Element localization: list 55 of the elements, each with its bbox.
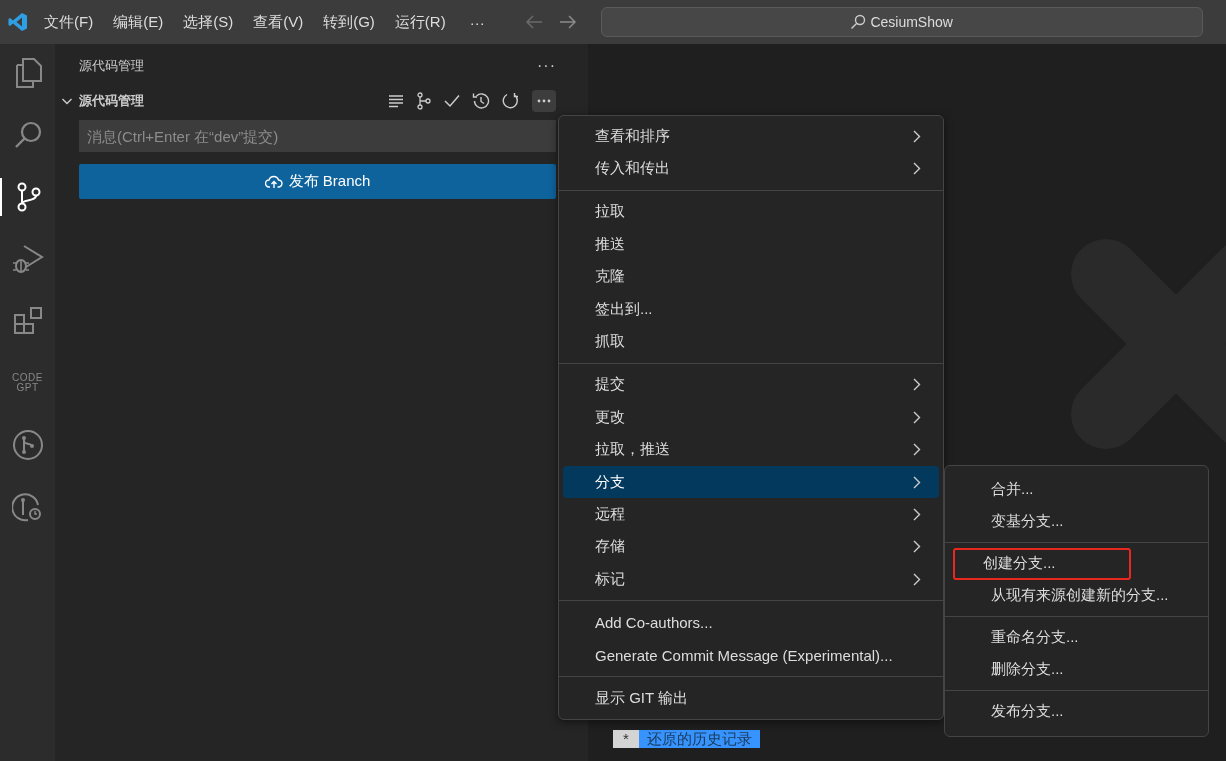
context-menu-item[interactable]: 提交 [563,368,939,402]
menu-item[interactable]: 文件(F) [44,12,94,32]
commit-message-field[interactable]: 消息(Ctrl+Enter 在“dev”提交) [79,120,556,152]
submenu-item[interactable]: 发布分支... [953,696,1200,728]
context-menu-item[interactable]: 推送 [563,228,939,261]
list-lines-icon[interactable] [388,94,404,108]
codegpt-logo[interactable]: CODE GPT [12,373,43,393]
context-menu-item[interactable]: 查看和排序 [563,120,939,153]
context-menu-item[interactable]: Add Co-authors... [563,606,939,639]
source-control-icon[interactable] [15,182,42,212]
sidebar-title: 源代码管理 [79,57,144,75]
refresh-icon[interactable] [502,92,520,110]
submenu-item[interactable]: 删除分支... [953,653,1200,685]
menu-item[interactable]: 查看(V) [253,12,304,32]
more-icon[interactable] [532,90,556,112]
menu-item[interactable]: 转到(G) [323,12,375,32]
extensions-icon[interactable] [12,306,43,336]
context-menu-item[interactable]: 显示 GIT 输出 [563,682,939,715]
run-debug-icon[interactable] [11,243,44,275]
submenu-item[interactable]: 变基分支... [953,505,1200,537]
history-tab[interactable]: 还原的历史记录 [639,730,760,748]
context-menu-item[interactable]: 克隆 [563,260,939,293]
submenu-item[interactable]: 创建分支... [953,548,1131,580]
forward-arrow-icon[interactable] [558,15,577,29]
context-menu-item[interactable]: 签出到... [563,292,939,326]
tab-marker: * [613,730,639,748]
more-actions-button[interactable]: ··· [537,57,556,75]
context-menu-item[interactable]: 远程 [563,498,939,531]
publish-branch-button[interactable]: 发布 Branch [79,164,556,199]
context-menu-item[interactable]: Generate Commit Message (Experimental)... [563,638,939,672]
context-menu-item[interactable]: 标记 [563,563,939,596]
section-title[interactable]: 源代码管理 [79,92,144,110]
submenu-item[interactable]: 合并... [953,474,1200,506]
context-menu-item[interactable]: 存储 [563,530,939,564]
context-menu-item[interactable]: 更改 [563,401,939,434]
search-icon [850,14,867,30]
menu-item[interactable]: 编辑(E) [113,12,164,32]
context-menu-item[interactable]: 拉取，推送 [563,433,939,466]
context-menu-item[interactable]: 抓取 [563,325,939,358]
git-graph-icon[interactable] [11,429,44,461]
context-menu-item[interactable]: 分支 [563,465,939,499]
search-field[interactable]: CesiumShow [600,7,1203,37]
submenu-item[interactable]: 从现有来源创建新的分支... [953,579,1200,611]
cloud-upload-icon [264,174,283,189]
git-history-icon[interactable] [11,491,44,523]
context-menu-item[interactable]: 传入和传出 [563,152,939,185]
context-menu-item[interactable]: 拉取 [563,195,939,229]
app-logo-icon [8,12,28,32]
branch-graph-icon[interactable] [416,92,432,110]
submenu-item[interactable]: 重命名分支... [953,622,1200,654]
menu-item[interactable]: 选择(S) [183,12,234,32]
menu-item[interactable]: 运行(R) [394,12,446,32]
more-menu-button[interactable]: ··· [469,13,485,31]
history-icon[interactable] [472,92,490,110]
checkmark-icon[interactable] [444,94,460,108]
